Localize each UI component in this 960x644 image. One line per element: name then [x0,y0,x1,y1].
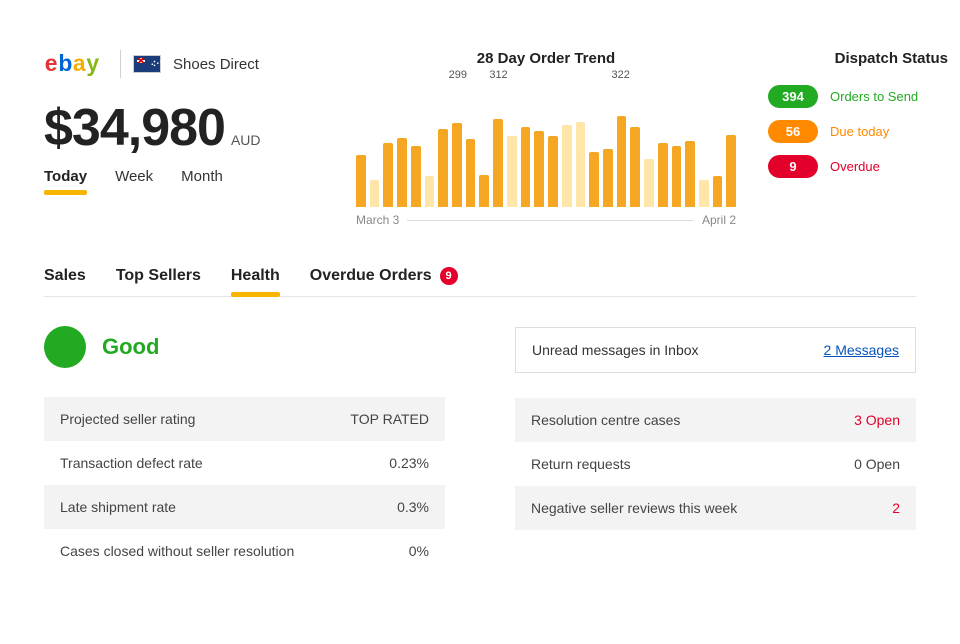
chart-axis-line [407,220,694,221]
overdue-badge: 9 [440,267,458,285]
period-tab-today[interactable]: Today [44,168,87,193]
metric-row: Return requests 0 Open [515,442,916,486]
metric-label: Projected seller rating [60,411,195,427]
chart-bar [548,136,558,207]
chart-bar [589,152,599,207]
sales-amount: $34,980 [44,98,225,158]
health-status-label: Good [102,334,159,360]
metric-row: Transaction defect rate 0.23% [44,441,445,485]
tab-label: Sales [44,267,86,284]
period-tabs: Today Week Month [44,168,324,193]
metric-row: Negative seller reviews this week 2 [515,486,916,530]
inbox-messages-link[interactable]: 2 Messages [824,342,899,358]
chart-bar [521,127,531,207]
chart-bar [479,175,489,207]
metric-label: Late shipment rate [60,499,176,515]
brand-separator [120,50,121,78]
order-trend-chart [356,111,736,207]
tab-health[interactable]: Health [231,267,280,296]
chart-bar [507,136,517,207]
main-tabs: Sales Top Sellers Health Overdue Orders 9 [44,267,916,297]
period-tab-month[interactable]: Month [181,168,223,193]
chart-bar [576,122,586,207]
tab-top-sellers[interactable]: Top Sellers [116,267,201,296]
metric-value: 0% [409,543,429,559]
metric-row: Projected seller rating TOP RATED [44,397,445,441]
metric-value: 0.23% [389,455,429,471]
tab-overdue-orders[interactable]: Overdue Orders 9 [310,267,458,296]
svg-text:b: b [58,51,72,76]
metric-row: Late shipment rate 0.3% [44,485,445,529]
dispatch-row-label: Overdue [830,159,880,174]
chart-bar-label: 322 [611,69,629,81]
chart-bar [493,119,503,207]
svg-text:e: e [45,51,58,76]
chart-bar [713,176,723,207]
metric-value: 2 [892,500,900,516]
metric-value: TOP RATED [350,411,429,427]
dispatch-count-badge: 56 [768,120,818,143]
dispatch-row-orange[interactable]: 56 Due today [768,120,948,143]
chart-bar [658,143,668,207]
tab-label: Top Sellers [116,267,201,284]
sales-currency: AUD [231,132,261,148]
tab-sales[interactable]: Sales [44,267,86,296]
chart-bar [562,125,572,207]
dispatch-row-green[interactable]: 394 Orders to Send [768,85,948,108]
dispatch-title: Dispatch Status [768,50,948,67]
metric-value: 0 Open [854,456,900,472]
metric-row: Cases closed without seller resolution 0% [44,529,445,573]
chart-bar [383,143,393,207]
chart-x-end: April 2 [702,213,736,227]
metric-label: Transaction defect rate [60,455,203,471]
svg-text:y: y [86,51,99,76]
chart-bar [685,141,695,207]
tab-label: Overdue Orders [310,267,432,285]
ebay-logo-icon: e b a y [44,51,108,77]
dispatch-count-badge: 394 [768,85,818,108]
chart-x-start: March 3 [356,213,399,227]
chart-title: 28 Day Order Trend [356,50,736,67]
chart-bar [617,116,627,207]
dispatch-row-label: Orders to Send [830,89,918,104]
metric-value: 3 Open [854,412,900,428]
flag-au-icon [133,55,161,73]
metric-row: Resolution centre cases 3 Open [515,398,916,442]
health-status-icon [44,326,86,368]
chart-bar [452,123,462,207]
chart-bar [397,138,407,207]
dispatch-row-red[interactable]: 9 Overdue [768,155,948,178]
chart-bar [672,146,682,207]
dispatch-row-label: Due today [830,124,889,139]
chart-bar [370,180,380,207]
chart-bar [726,135,736,207]
chart-bar-label: 312 [489,69,507,81]
chart-bar [356,155,366,207]
svg-text:a: a [73,51,86,76]
chart-bar [438,129,448,207]
inbox-notice: Unread messages in Inbox 2 Messages [515,327,916,373]
metric-label: Return requests [531,456,631,472]
chart-bar [603,149,613,207]
chart-bar [699,180,709,207]
chart-bar [644,159,654,207]
metric-label: Resolution centre cases [531,412,680,428]
chart-bar [466,139,476,207]
inbox-notice-label: Unread messages in Inbox [532,342,699,358]
period-tab-week[interactable]: Week [115,168,153,193]
tab-label: Health [231,267,280,284]
chart-bar [630,127,640,207]
metric-label: Cases closed without seller resolution [60,543,294,559]
chart-bar [411,146,421,207]
metric-label: Negative seller reviews this week [531,500,737,516]
chart-bar [534,131,544,207]
dispatch-count-badge: 9 [768,155,818,178]
chart-bar-label: 299 [449,69,467,81]
chart-bar [425,176,435,207]
metric-value: 0.3% [397,499,429,515]
store-name: Shoes Direct [173,56,259,73]
